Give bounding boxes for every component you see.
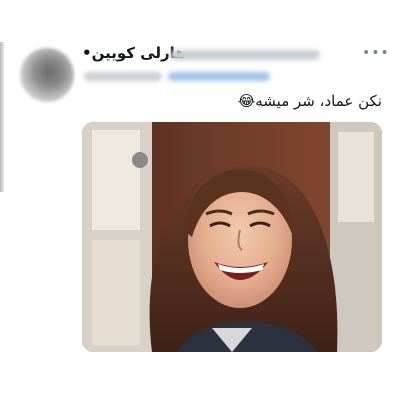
- blurred-reply-link[interactable]: [168, 72, 270, 81]
- blurred-reply-prefix: [84, 72, 162, 81]
- tweet-card[interactable]: هارلی کویین• ••• نکن عماد، شر میشه😂: [0, 0, 400, 400]
- laughing-woman-photo: [82, 122, 382, 352]
- avatar[interactable]: [20, 48, 74, 102]
- tweet-text: نکن عماد، شر میشه😂: [237, 92, 382, 110]
- more-dots-icon[interactable]: •••: [362, 46, 390, 60]
- blurred-handle: [170, 50, 320, 60]
- tweet-media[interactable]: [82, 122, 382, 352]
